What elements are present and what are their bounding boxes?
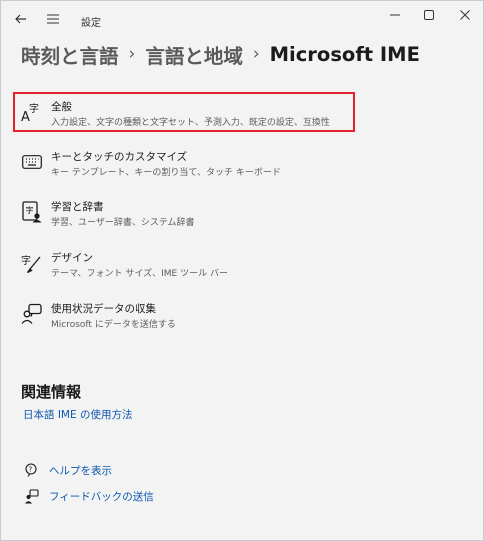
dictionary-icon: 字 <box>21 201 43 223</box>
settings-item-usage-data[interactable]: 使用状況データの収集 Microsoft にデータを送信する <box>15 295 355 335</box>
back-arrow-icon <box>15 14 26 24</box>
ime-character-settings-icon: A 字 <box>20 101 42 123</box>
data-collection-icon <box>21 303 43 325</box>
svg-text:字: 字 <box>21 254 31 267</box>
settings-item-title: 学習と辞書 <box>51 201 104 213</box>
help-link[interactable]: ? ヘルプを表示 <box>23 461 112 479</box>
settings-item-title: デザイン <box>51 252 93 264</box>
settings-item-subtitle: 学習、ユーザー辞書、システム辞書 <box>51 218 195 228</box>
settings-item-title: 全般 <box>51 101 72 113</box>
design-brush-icon: 字 <box>21 252 43 274</box>
related-section-title: 関連情報 <box>21 383 82 401</box>
breadcrumb-item-time-language[interactable]: 時刻と言語 <box>21 40 119 69</box>
settings-item-learning-dictionary[interactable]: 字 学習と辞書 学習、ユーザー辞書、システム辞書 <box>15 193 355 233</box>
settings-item-title: 使用状況データの収集 <box>51 303 156 315</box>
settings-window: 設定 時刻と言語 › 言語と地域 › Microsoft IME A 字 全般 … <box>0 0 484 541</box>
settings-item-design[interactable]: 字 デザイン テーマ、フォント サイズ、IME ツール バー <box>15 244 355 284</box>
breadcrumb-item-language-region[interactable]: 言語と地域 <box>145 40 243 69</box>
maximize-button[interactable] <box>417 5 441 25</box>
close-icon <box>460 10 470 20</box>
breadcrumb: 時刻と言語 › 言語と地域 › Microsoft IME <box>21 40 420 69</box>
svg-text:字: 字 <box>29 102 39 115</box>
svg-text:?: ? <box>28 465 32 473</box>
minimize-icon <box>390 14 400 16</box>
settings-item-general[interactable]: A 字 全般 入力設定、文字の種類と文字セット、予測入力、既定の設定、互換性 <box>13 92 355 132</box>
help-icon: ? <box>23 462 39 478</box>
title-bar: 設定 <box>1 1 483 35</box>
keyboard-icon <box>21 151 43 173</box>
settings-item-title: キーとタッチのカスタマイズ <box>51 151 188 163</box>
feedback-link[interactable]: フィードバックの送信 <box>23 487 154 505</box>
settings-item-subtitle: 入力設定、文字の種類と文字セット、予測入力、既定の設定、互換性 <box>51 118 330 128</box>
breadcrumb-separator: › <box>252 44 260 64</box>
settings-item-keys-touch[interactable]: キーとタッチのカスタマイズ キー テンプレート、キーの割り当て、タッチ キーボー… <box>15 143 355 183</box>
feedback-link-label: フィードバックの送信 <box>49 490 154 503</box>
settings-item-subtitle: Microsoft にデータを送信する <box>51 320 176 330</box>
breadcrumb-separator: › <box>128 44 136 64</box>
settings-item-subtitle: テーマ、フォント サイズ、IME ツール バー <box>51 269 228 279</box>
help-link-label: ヘルプを表示 <box>49 464 112 477</box>
maximize-icon <box>424 10 434 20</box>
settings-item-subtitle: キー テンプレート、キーの割り当て、タッチ キーボード <box>51 168 281 178</box>
back-button[interactable] <box>11 9 31 29</box>
ime-usage-link[interactable]: 日本語 IME の使用方法 <box>23 407 132 422</box>
feedback-icon <box>23 488 39 504</box>
svg-text:字: 字 <box>26 205 34 215</box>
hamburger-icon <box>47 14 59 24</box>
close-button[interactable] <box>453 5 477 25</box>
minimize-button[interactable] <box>383 5 407 25</box>
app-title: 設定 <box>81 18 101 29</box>
page-title: Microsoft IME <box>269 42 420 66</box>
navigation-menu-button[interactable] <box>43 9 63 29</box>
